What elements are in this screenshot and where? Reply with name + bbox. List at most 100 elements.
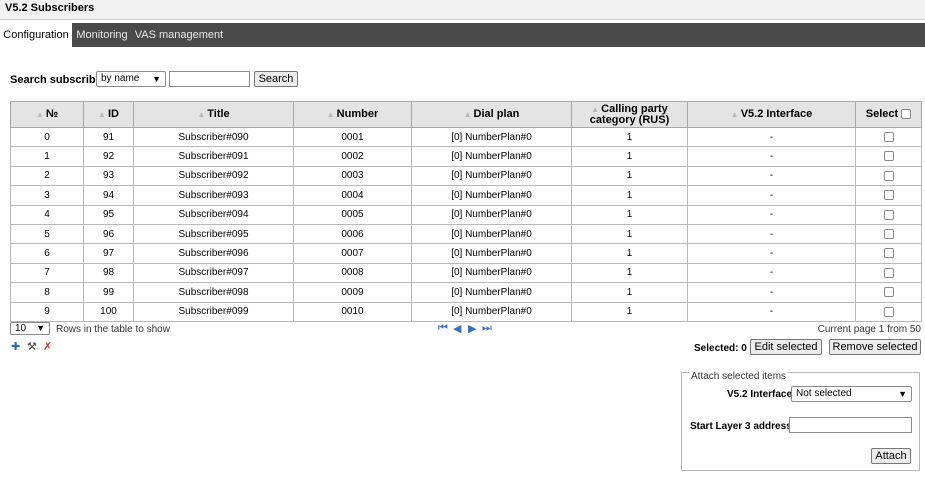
attach-button[interactable]: Attach (871, 448, 911, 464)
cell-title: Subscriber#090 (133, 126, 294, 148)
cell-num: 5 (10, 223, 84, 245)
cell-select (855, 146, 922, 167)
row-select-checkbox[interactable] (883, 209, 894, 220)
attach-interface-select[interactable]: Not selected ▼ (791, 386, 912, 402)
cell-calling-party: 1 (571, 282, 688, 303)
sort-icon: ▲ (98, 110, 106, 119)
column-header-title[interactable]: ▲ Title (133, 101, 294, 128)
selected-count: Selected: 0 (694, 343, 747, 354)
tab-bar: Configuration Monitoring VAS management (0, 23, 925, 47)
column-header-select: Select (855, 101, 922, 128)
row-select-checkbox[interactable] (883, 132, 894, 143)
edit-selected-button[interactable]: Edit selected (750, 339, 822, 355)
row-select-checkbox[interactable] (883, 190, 894, 201)
cell-v52-interface: - (687, 243, 856, 264)
search-mode-value: by name (101, 73, 140, 84)
row-select-checkbox[interactable] (883, 306, 894, 317)
search-mode-select[interactable]: by name ▼ (96, 71, 166, 87)
cell-number: 0002 (293, 146, 412, 167)
cell-calling-party: 1 (571, 243, 688, 264)
cell-id: 96 (83, 223, 134, 245)
chevron-down-icon: ▼ (152, 74, 161, 84)
cell-title: Subscriber#092 (133, 165, 294, 187)
cell-dial-plan: [0] NumberPlan#0 (411, 165, 572, 187)
search-input[interactable] (169, 71, 250, 87)
column-header-num[interactable]: ▲ № (10, 101, 84, 128)
cell-num: 4 (10, 204, 84, 225)
column-header-number[interactable]: ▲ Number (293, 101, 412, 128)
cell-dial-plan: [0] NumberPlan#0 (411, 243, 572, 264)
cell-number: 0003 (293, 165, 412, 187)
cell-v52-interface: - (687, 185, 856, 206)
remove-selected-button[interactable]: Remove selected (829, 339, 921, 355)
tools-icon[interactable]: ⚒ (27, 340, 37, 353)
cell-title: Subscriber#091 (133, 146, 294, 167)
next-page-icon[interactable]: ▶ (468, 322, 476, 335)
row-select-checkbox[interactable] (883, 170, 894, 181)
prev-page-icon[interactable]: ◀ (453, 322, 461, 335)
first-page-icon[interactable]: ⏮ (438, 322, 448, 335)
cell-title: Subscriber#099 (133, 301, 294, 322)
rows-per-page-label: Rows in the table to show (56, 324, 170, 335)
cell-select (855, 301, 922, 322)
cell-dial-plan: [0] NumberPlan#0 (411, 262, 572, 284)
cell-num: 7 (10, 262, 84, 284)
cell-id: 95 (83, 204, 134, 225)
cell-dial-plan: [0] NumberPlan#0 (411, 185, 572, 206)
table-row[interactable]: 4 95 Subscriber#094 0005 [0] NumberPlan#0 1- (10, 204, 922, 225)
cell-title: Subscriber#098 (133, 282, 294, 303)
cell-v52-interface: - (687, 262, 856, 284)
cell-number: 0009 (293, 282, 412, 303)
cell-num: 6 (10, 243, 84, 264)
column-header-dial-plan[interactable]: ▲ Dial plan (411, 101, 572, 128)
column-header-v52-interface[interactable]: ▲ V5.2 Interface (687, 101, 856, 128)
attach-interface-value: Not selected (796, 388, 852, 399)
chevron-down-icon: ▼ (898, 389, 907, 399)
cell-calling-party: 1 (571, 262, 688, 284)
table-row[interactable]: 9 100 Subscriber#099 0010 [0] NumberPlan#0 1- (10, 301, 922, 322)
table-row[interactable]: 1 92 Subscriber#091 0002 [0] NumberPlan#0 1- (10, 146, 922, 167)
table-row[interactable]: 0 91 Subscriber#090 0001 [0] NumberPlan#0 1- (10, 126, 922, 148)
tab-configuration[interactable]: Configuration (0, 23, 72, 47)
search-button[interactable]: Search (254, 71, 298, 87)
cell-number: 0007 (293, 243, 412, 264)
table-header-row: ▲ № ▲ ID ▲ Title ▲ Number ▲ Dial plan ▲ Callin… (10, 101, 922, 128)
row-select-checkbox[interactable] (883, 248, 894, 259)
cell-number: 0006 (293, 223, 412, 245)
table-row[interactable]: 2 93 Subscriber#092 0003 [0] NumberPlan#0 1- (10, 165, 922, 187)
cell-select (855, 262, 922, 284)
table-row[interactable]: 3 94 Subscriber#093 0004 [0] NumberPlan#0 1- (10, 185, 922, 206)
cell-id: 92 (83, 146, 134, 167)
table-row[interactable]: 6 97 Subscriber#096 0007 [0] NumberPlan#0 1- (10, 243, 922, 264)
column-header-calling-party[interactable]: ▲ Calling party category (RUS) (571, 101, 688, 128)
column-header-id[interactable]: ▲ ID (83, 101, 134, 128)
row-select-checkbox[interactable] (883, 229, 894, 239)
cell-number: 0008 (293, 262, 412, 284)
add-icon[interactable]: ✚ (11, 340, 20, 353)
cell-dial-plan: [0] NumberPlan#0 (411, 223, 572, 245)
table-row[interactable]: 8 99 Subscriber#098 0009 [0] NumberPlan#0 1- (10, 282, 922, 303)
cell-select (855, 204, 922, 225)
rows-per-page-select[interactable]: 10 ▼ (10, 322, 50, 335)
delete-icon[interactable]: ✗ (43, 340, 52, 353)
sort-icon: ▲ (35, 110, 44, 119)
tab-vas-management[interactable]: VAS management (134, 23, 224, 47)
row-select-checkbox[interactable] (883, 267, 894, 278)
row-select-checkbox[interactable] (883, 151, 894, 162)
sort-icon: ▲ (591, 104, 600, 114)
cell-id: 99 (83, 282, 134, 303)
cell-calling-party: 1 (571, 185, 688, 206)
tab-monitoring[interactable]: Monitoring (74, 23, 130, 47)
cell-number: 0010 (293, 301, 412, 322)
last-page-icon[interactable]: ⏭ (482, 322, 492, 335)
cell-num: 1 (10, 146, 84, 167)
row-select-checkbox[interactable] (883, 287, 894, 298)
table-row[interactable]: 7 98 Subscriber#097 0008 [0] NumberPlan#0 1- (10, 262, 922, 284)
table-row[interactable]: 5 96 Subscriber#095 0006 [0] NumberPlan#0 1- (10, 223, 922, 245)
cell-v52-interface: - (687, 223, 856, 245)
attach-start-input[interactable] (789, 417, 912, 433)
cell-select (855, 223, 922, 245)
cell-num: 2 (10, 165, 84, 187)
select-all-checkbox[interactable] (901, 109, 912, 120)
cell-num: 8 (10, 282, 84, 303)
